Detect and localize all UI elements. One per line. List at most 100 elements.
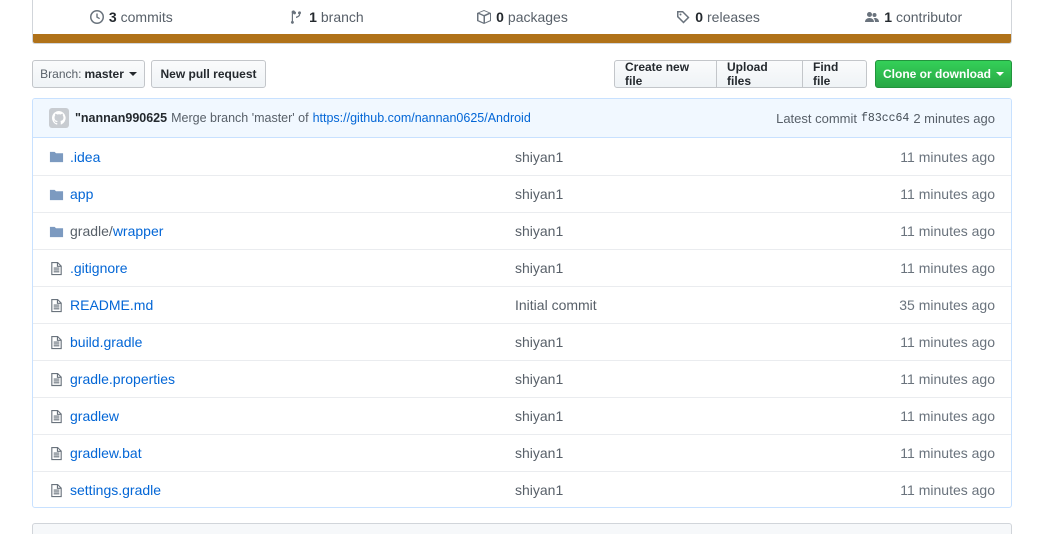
commit-sha[interactable]: f83cc64 bbox=[861, 112, 909, 125]
file-name[interactable]: README.md bbox=[70, 297, 153, 313]
releases-link[interactable]: 0 releases bbox=[620, 9, 816, 25]
commits-link[interactable]: 3 commits bbox=[33, 9, 229, 25]
commit-author[interactable]: "nannan990625 bbox=[75, 111, 167, 125]
find-file-button[interactable]: Find file bbox=[802, 60, 867, 88]
file-icon bbox=[49, 261, 69, 276]
file-icon bbox=[49, 483, 69, 498]
file-name[interactable]: gradle.properties bbox=[70, 371, 175, 387]
file-name-link[interactable]: build.gradle bbox=[69, 334, 515, 350]
repo-summary-bar: 3 commits 1 branch 0 packages 0 releases… bbox=[32, 0, 1012, 44]
folder-icon bbox=[49, 149, 69, 164]
file-name[interactable]: gradlew.bat bbox=[70, 445, 142, 461]
releases-label: releases bbox=[707, 9, 760, 25]
history-icon bbox=[89, 10, 104, 24]
file-commit-message[interactable]: Initial commit bbox=[515, 297, 899, 313]
file-commit-message[interactable]: shiyan1 bbox=[515, 482, 900, 498]
file-commit-message[interactable]: shiyan1 bbox=[515, 223, 900, 239]
file-age: 11 minutes ago bbox=[900, 445, 995, 461]
file-age: 11 minutes ago bbox=[900, 186, 995, 202]
file-age: 11 minutes ago bbox=[900, 223, 995, 239]
folder-icon bbox=[49, 187, 69, 202]
file-age: 11 minutes ago bbox=[900, 148, 995, 165]
commit-message[interactable]: Merge branch 'master' of bbox=[171, 111, 308, 125]
people-icon bbox=[865, 12, 880, 22]
file-age: 11 minutes ago bbox=[900, 260, 995, 276]
chevron-down-icon bbox=[996, 72, 1004, 76]
avatar[interactable] bbox=[49, 108, 69, 128]
releases-count: 0 bbox=[695, 9, 704, 25]
branch-prefix: Branch: bbox=[40, 67, 82, 81]
commits-label: commits bbox=[120, 9, 173, 25]
file-row[interactable]: .idea shiyan1 11 minutes ago bbox=[33, 138, 1011, 175]
file-row[interactable]: gradle/wrapper shiyan1 11 minutes ago bbox=[33, 212, 1011, 249]
file-commit-message[interactable]: shiyan1 bbox=[515, 371, 900, 387]
file-age: 11 minutes ago bbox=[900, 482, 995, 498]
clone-or-download-button[interactable]: Clone or download bbox=[875, 60, 1012, 88]
file-name[interactable]: wrapper bbox=[113, 223, 164, 239]
readme-box bbox=[32, 523, 1012, 534]
folder-icon bbox=[49, 224, 69, 239]
file-row[interactable]: .gitignore shiyan1 11 minutes ago bbox=[33, 249, 1011, 286]
commit-age: 2 minutes ago bbox=[913, 110, 995, 126]
file-list: .idea shiyan1 11 minutes ago app shiyan1 11 m… bbox=[33, 138, 1011, 507]
file-actions-group: Create new file Upload files Find file bbox=[614, 60, 867, 88]
latest-commit-bar: "nannan990625 Merge branch 'master' of h… bbox=[33, 99, 1011, 138]
file-name-link[interactable]: gradle/wrapper bbox=[69, 223, 515, 239]
file-age: 35 minutes ago bbox=[899, 297, 995, 313]
file-name[interactable]: .gitignore bbox=[70, 260, 128, 276]
branch-name: master bbox=[84, 67, 124, 81]
new-pull-request-button[interactable]: New pull request bbox=[151, 60, 266, 88]
file-name-link[interactable]: gradlew bbox=[69, 408, 515, 424]
branch-select-button[interactable]: Branch: master bbox=[32, 60, 145, 88]
file-row[interactable]: gradlew.bat shiyan1 11 minutes ago bbox=[33, 434, 1011, 471]
file-name[interactable]: build.gradle bbox=[70, 334, 142, 350]
file-name[interactable]: settings.gradle bbox=[70, 482, 161, 498]
package-icon bbox=[477, 10, 492, 24]
file-name[interactable]: gradlew bbox=[70, 408, 119, 424]
create-new-file-button[interactable]: Create new file bbox=[614, 60, 717, 88]
file-row[interactable]: app shiyan1 11 minutes ago bbox=[33, 175, 1011, 212]
packages-label: packages bbox=[507, 9, 568, 25]
file-name-link[interactable]: gradle.properties bbox=[69, 371, 515, 387]
file-age: 11 minutes ago bbox=[900, 408, 995, 424]
file-row[interactable]: gradlew shiyan1 11 minutes ago bbox=[33, 397, 1011, 434]
file-commit-message[interactable]: shiyan1 bbox=[515, 149, 900, 165]
commits-count: 3 bbox=[108, 9, 117, 25]
file-row[interactable]: README.md Initial commit 35 minutes ago bbox=[33, 286, 1011, 323]
file-name-link[interactable]: README.md bbox=[69, 297, 515, 313]
file-row[interactable]: build.gradle shiyan1 11 minutes ago bbox=[33, 323, 1011, 360]
file-age: 11 minutes ago bbox=[900, 334, 995, 350]
tag-icon bbox=[677, 11, 690, 24]
file-name[interactable]: .idea bbox=[70, 149, 100, 165]
branches-count: 1 bbox=[309, 9, 317, 25]
file-icon bbox=[49, 446, 69, 461]
file-row[interactable]: gradle.properties shiyan1 11 minutes ago bbox=[33, 360, 1011, 397]
file-name[interactable]: app bbox=[70, 186, 93, 202]
file-name-link[interactable]: gradlew.bat bbox=[69, 445, 515, 461]
file-name-link[interactable]: .gitignore bbox=[69, 260, 515, 276]
latest-commit-label: Latest commit bbox=[776, 110, 858, 126]
upload-files-button[interactable]: Upload files bbox=[716, 60, 803, 88]
clone-or-download-label: Clone or download bbox=[883, 67, 991, 81]
file-commit-message[interactable]: shiyan1 bbox=[515, 334, 900, 350]
packages-count: 0 bbox=[496, 9, 504, 25]
file-commit-message[interactable]: shiyan1 bbox=[515, 186, 900, 202]
file-commit-message[interactable]: shiyan1 bbox=[515, 445, 900, 461]
contributors-count: 1 bbox=[884, 9, 892, 25]
file-icon bbox=[49, 409, 69, 424]
contributors-label: contributor bbox=[895, 9, 963, 25]
packages-link[interactable]: 0 packages bbox=[424, 9, 620, 25]
file-commit-message[interactable]: shiyan1 bbox=[515, 260, 900, 276]
language-bar[interactable] bbox=[33, 34, 1011, 43]
contributors-link[interactable]: 1 contributor bbox=[815, 9, 1011, 25]
file-name-link[interactable]: .idea bbox=[69, 149, 515, 165]
file-commit-message[interactable]: shiyan1 bbox=[515, 408, 900, 424]
file-icon bbox=[49, 335, 69, 350]
file-dir-prefix[interactable]: gradle/ bbox=[70, 223, 113, 239]
branches-link[interactable]: 1 branch bbox=[229, 9, 425, 25]
file-row[interactable]: settings.gradle shiyan1 11 minutes ago bbox=[33, 471, 1011, 507]
commit-meta: Latest commit f83cc64 2 minutes ago bbox=[776, 111, 995, 126]
file-name-link[interactable]: app bbox=[69, 186, 515, 202]
commit-message-link[interactable]: https://github.com/nannan0625/Android bbox=[313, 111, 531, 125]
file-name-link[interactable]: settings.gradle bbox=[69, 482, 515, 498]
